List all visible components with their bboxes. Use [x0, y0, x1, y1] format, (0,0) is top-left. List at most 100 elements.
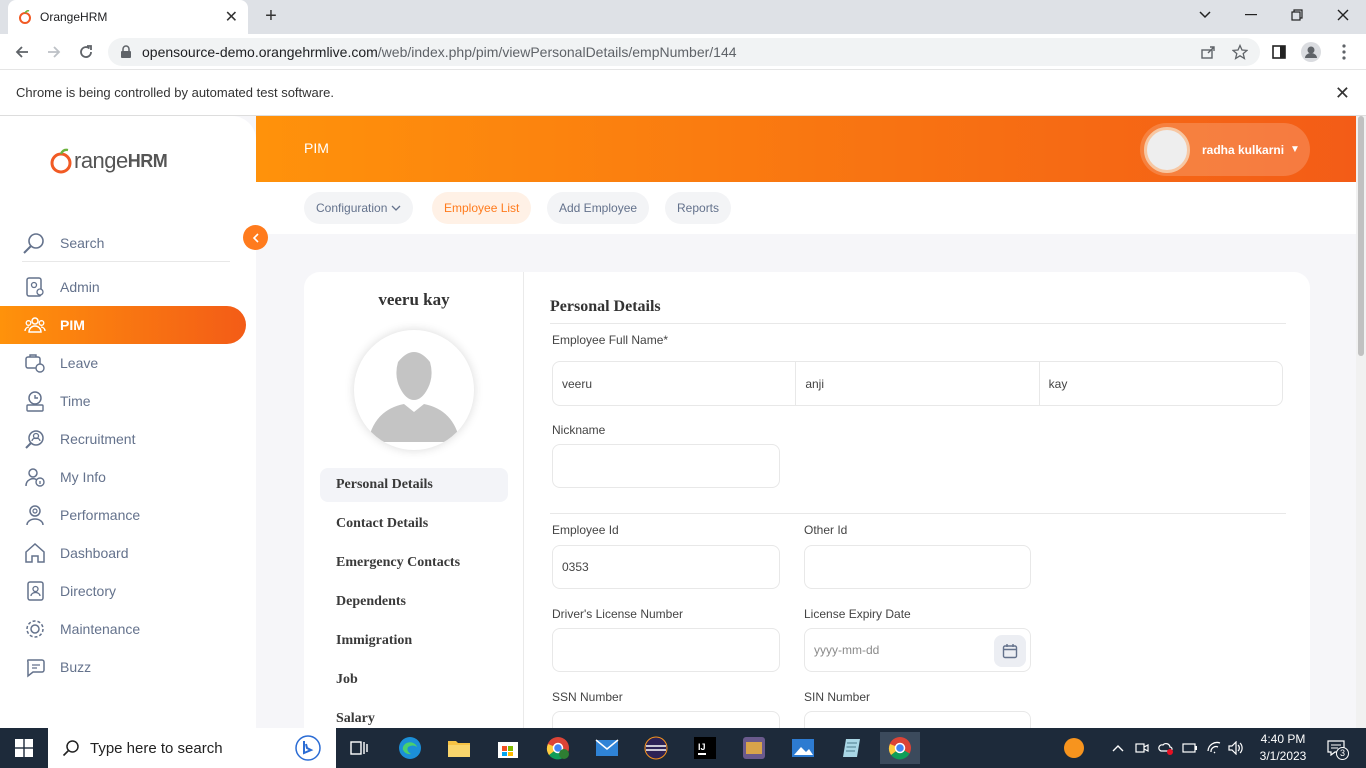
battery-icon[interactable] [1180, 738, 1200, 758]
logo-wordmark: range [74, 148, 128, 173]
volume-icon[interactable] [1226, 738, 1246, 758]
sidebar-item-pim[interactable]: PIM [0, 306, 246, 344]
tab-add-employee[interactable]: Add Employee [547, 192, 650, 224]
file-explorer-icon[interactable] [439, 732, 479, 764]
chrome-user-icon[interactable] [538, 732, 578, 764]
sidebar-search[interactable]: Search [22, 224, 230, 262]
employee-photo[interactable] [354, 330, 474, 450]
calendar-icon [1002, 644, 1018, 659]
tab-reports[interactable]: Reports [665, 192, 732, 224]
taskbar-search[interactable]: Type here to search [48, 728, 336, 768]
license-input[interactable] [552, 628, 780, 672]
tray-chevron-up-icon[interactable] [1108, 738, 1128, 758]
profile-tab-personal-details[interactable]: Personal Details [320, 468, 508, 502]
user-dropdown[interactable]: radha kulkarni ▼ [1140, 123, 1310, 176]
window-close-button[interactable] [1320, 0, 1366, 30]
middle-name-input[interactable]: anji [796, 362, 1040, 405]
sidebar-item-maintenance[interactable]: Maintenance [0, 610, 246, 648]
directory-icon [27, 581, 44, 601]
sidebar-item-dashboard[interactable]: Dashboard [0, 534, 246, 572]
eclipse-icon[interactable] [636, 732, 676, 764]
task-view-icon[interactable] [340, 732, 380, 764]
profile-tab-salary[interactable]: Salary [320, 702, 508, 728]
forward-button[interactable] [42, 40, 66, 64]
sidebar-item-admin[interactable]: Admin [0, 268, 246, 306]
full-name-group: veeru anji kay [552, 361, 1283, 406]
minimize-button[interactable] [1228, 0, 1274, 30]
intellij-icon[interactable]: IJ [685, 732, 725, 764]
reload-button[interactable] [74, 40, 98, 64]
onedrive-offline-icon[interactable] [1156, 738, 1176, 758]
infobar-text: Chrome is being controlled by automated … [16, 85, 334, 100]
restore-button[interactable] [1274, 0, 1320, 30]
notifications-icon[interactable]: 3 [1324, 738, 1349, 760]
caret-down-icon: ▼ [1290, 144, 1300, 155]
orangehrm-logo[interactable]: range HRM [50, 148, 168, 174]
license-expiry-input[interactable]: yyyy-mm-dd [804, 628, 1031, 672]
address-bar[interactable]: opensource-demo.orangehrmlive.com/web/in… [108, 38, 1260, 66]
taskbar-clock[interactable]: 4:40 PM 3/1/2023 [1252, 731, 1314, 765]
sidebar-item-performance[interactable]: Performance [0, 496, 246, 534]
store-icon[interactable] [488, 732, 528, 764]
dashboard-icon [25, 542, 45, 563]
first-name-input[interactable]: veeru [553, 362, 797, 405]
full-name-label: Employee Full Name* [552, 333, 669, 347]
url-host: opensource-demo.orangehrmlive.com [142, 44, 378, 60]
share-icon[interactable] [1198, 42, 1218, 62]
bookmark-star-icon[interactable] [1230, 42, 1250, 62]
clock-date: 3/1/2023 [1259, 749, 1307, 763]
calendar-button[interactable] [994, 635, 1026, 667]
sidebar-item-leave[interactable]: Leave [0, 344, 246, 382]
notepad-icon[interactable] [832, 732, 872, 764]
edge-icon[interactable] [390, 732, 430, 764]
scrollbar-thumb[interactable] [1358, 116, 1364, 356]
other-id-input[interactable] [804, 545, 1031, 589]
infobar-close-icon[interactable]: ✕ [1335, 83, 1350, 104]
tab-search-chevron-icon[interactable] [1182, 0, 1228, 30]
meet-icon[interactable] [1132, 738, 1152, 758]
recruitment-icon [25, 430, 44, 449]
profile-tab-emergency-contacts[interactable]: Emergency Contacts [320, 546, 508, 580]
profile-icon[interactable] [1301, 42, 1321, 62]
profile-tab-immigration[interactable]: Immigration [320, 624, 508, 658]
start-button[interactable] [0, 728, 48, 768]
sin-input[interactable] [804, 711, 1031, 728]
sidebar-collapse-button[interactable] [243, 225, 268, 250]
pim-icon [24, 317, 46, 333]
chrome-icon[interactable] [880, 732, 920, 764]
tab-close-icon[interactable]: ✕ [225, 7, 238, 27]
tab-employee-list[interactable]: Employee List [432, 192, 532, 224]
sidebar-item-time[interactable]: Time [0, 382, 246, 420]
page-scrollbar[interactable] [1356, 116, 1366, 728]
nickname-input[interactable] [552, 444, 780, 488]
browser-menu-icon[interactable] [1334, 42, 1354, 62]
profile-tab-contact-details[interactable]: Contact Details [320, 507, 508, 541]
ssn-input[interactable] [552, 711, 780, 728]
photos-icon[interactable] [783, 732, 823, 764]
section-title: Personal Details [550, 298, 661, 315]
new-tab-button[interactable]: + [260, 5, 282, 27]
sidebar-item-buzz[interactable]: Buzz [0, 648, 246, 686]
last-name-input[interactable]: kay [1040, 362, 1282, 405]
side-panel-icon[interactable] [1269, 42, 1289, 62]
browser-tab[interactable]: OrangeHRM ✕ [8, 0, 248, 34]
performance-icon [26, 505, 44, 526]
ide-app-icon[interactable] [734, 732, 774, 764]
profile-tab-dependents[interactable]: Dependents [320, 585, 508, 619]
sidebar-item-recruitment[interactable]: Recruitment [0, 420, 246, 458]
notification-count: 3 [1336, 747, 1349, 760]
license-expiry-label: License Expiry Date [804, 607, 911, 621]
tab-configuration[interactable]: Configuration [304, 192, 414, 224]
sidebar-item-directory[interactable]: Directory [0, 572, 246, 610]
myinfo-icon [25, 468, 45, 487]
sidebar-item-my-info[interactable]: My Info [0, 458, 246, 496]
weather-icon[interactable] [1062, 736, 1086, 760]
date-placeholder: yyyy-mm-dd [814, 643, 880, 657]
employee-id-input[interactable]: 0353 [552, 545, 780, 589]
profile-tab-job[interactable]: Job [320, 663, 508, 697]
back-button[interactable] [10, 40, 34, 64]
orangehrm-favicon-icon [19, 10, 31, 24]
profile-tab-label: Job [336, 672, 358, 687]
wifi-icon[interactable] [1204, 738, 1224, 758]
mail-icon[interactable] [587, 732, 627, 764]
